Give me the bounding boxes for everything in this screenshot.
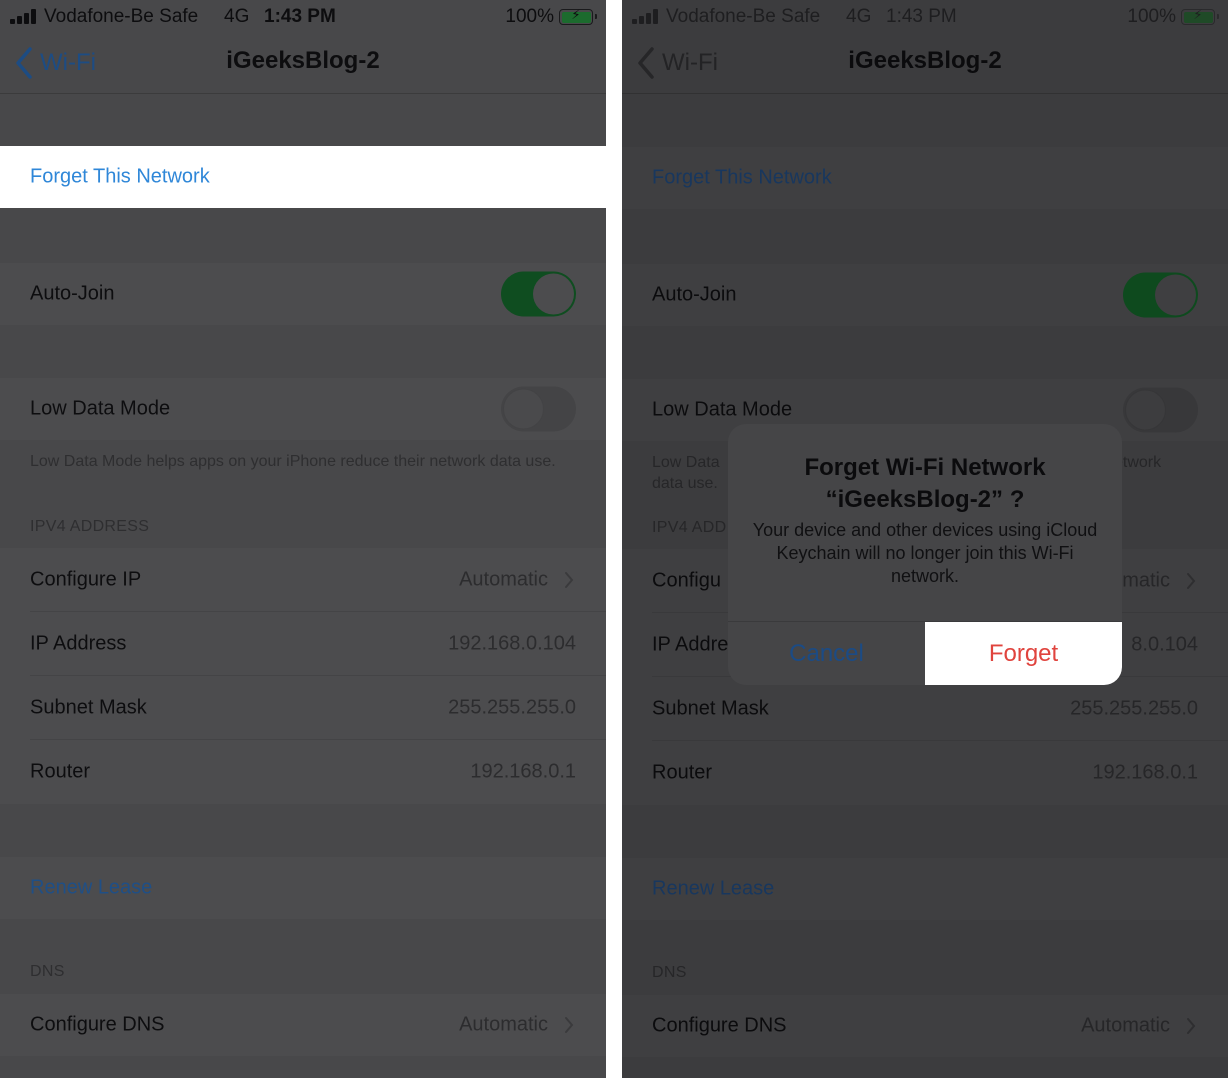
status-time: 1:43 PM bbox=[264, 6, 336, 27]
battery-percent: 100% bbox=[1127, 6, 1176, 27]
subnet-mask-row: Subnet Mask 255.255.255.0 bbox=[0, 676, 606, 740]
subnet-mask-row: Subnet Mask 255.255.255.0 bbox=[622, 677, 1228, 741]
forget-network-button[interactable]: Forget This Network bbox=[0, 146, 606, 208]
charging-bolt-icon: ⚡ bbox=[1193, 7, 1203, 22]
auto-join-toggle[interactable] bbox=[1123, 272, 1198, 318]
ipv4-section-header: IPV4 ADDRESS bbox=[30, 518, 150, 535]
configure-dns-row[interactable]: Configure DNS Automatic bbox=[622, 995, 1228, 1057]
router-value: 192.168.0.1 bbox=[470, 760, 576, 783]
low-data-mode-label: Low Data Mode bbox=[30, 397, 171, 420]
renew-lease-label: Renew Lease bbox=[652, 877, 775, 900]
battery-charging-icon: ⚡ bbox=[1181, 7, 1219, 25]
carrier-name: Vodafone-Be Safe bbox=[666, 6, 821, 27]
cancel-button[interactable]: Cancel bbox=[728, 622, 925, 685]
ip-address-label: IP Address bbox=[30, 632, 127, 655]
ip-address-row: IP Address 192.168.0.104 bbox=[0, 612, 606, 676]
footer-text-visible-left-line2: data use. bbox=[652, 475, 718, 492]
forget-network-label: Forget This Network bbox=[30, 165, 210, 188]
phone-screen-left: Vodafone-Be Safe 4G 1:43 PM 100% ⚡ Wi-Fi… bbox=[0, 0, 606, 1078]
dns-section-header: DNS bbox=[30, 963, 65, 980]
chevron-right-icon bbox=[565, 572, 574, 588]
ip-address-value: 192.168.0.104 bbox=[448, 632, 576, 655]
dns-section-header: DNS bbox=[652, 964, 687, 981]
alert-title-line2: “iGeeksBlog-2” ? bbox=[825, 486, 1025, 513]
configure-dns-value: Automatic bbox=[1081, 1014, 1170, 1037]
ip-address-label: IP Addre bbox=[652, 633, 729, 656]
forget-network-alert: Forget Wi-Fi Network “iGeeksBlog-2” ? Yo… bbox=[728, 424, 1122, 685]
configure-ip-value: matic bbox=[1122, 569, 1170, 592]
toggle-knob bbox=[1125, 389, 1166, 431]
router-label: Router bbox=[652, 761, 713, 784]
charging-bolt-icon: ⚡ bbox=[571, 7, 581, 22]
forget-network-label: Forget This Network bbox=[652, 166, 832, 189]
configure-ip-row[interactable]: Configure IP Automatic bbox=[0, 548, 606, 612]
router-value: 192.168.0.1 bbox=[1092, 761, 1198, 784]
chevron-right-icon bbox=[1187, 1018, 1196, 1034]
chevron-right-icon bbox=[1187, 573, 1196, 589]
alert-actions: Cancel Forget bbox=[728, 621, 1122, 685]
cellular-signal-icon bbox=[632, 9, 660, 24]
configure-ip-value: Automatic bbox=[459, 568, 548, 591]
footer-text-visible-left: Low Data bbox=[652, 454, 720, 471]
configure-dns-row[interactable]: Configure DNS Automatic bbox=[0, 994, 606, 1056]
alert-title-line1: Forget Wi-Fi Network bbox=[804, 454, 1046, 481]
low-data-mode-toggle[interactable] bbox=[1123, 387, 1198, 433]
toggle-knob bbox=[503, 388, 544, 430]
configure-dns-label: Configure DNS bbox=[652, 1014, 787, 1037]
low-data-mode-label: Low Data Mode bbox=[652, 398, 793, 421]
forget-button[interactable]: Forget bbox=[925, 622, 1122, 685]
low-data-mode-footer: Low Data Mode helps apps on your iPhone … bbox=[30, 453, 556, 470]
chevron-right-icon bbox=[565, 1017, 574, 1033]
auto-join-label: Auto-Join bbox=[30, 282, 115, 305]
status-bar: Vodafone-Be Safe 4G 1:43 PM 100% ⚡ bbox=[0, 0, 606, 35]
router-row: Router 192.168.0.1 bbox=[0, 740, 606, 804]
alert-message: Your device and other devices using iClo… bbox=[752, 520, 1098, 586]
subnet-mask-label: Subnet Mask bbox=[30, 696, 147, 719]
navigation-bar: Wi-Fi iGeeksBlog-2 bbox=[622, 35, 1228, 94]
auto-join-row: Auto-Join bbox=[622, 264, 1228, 326]
navigation-bar: Wi-Fi iGeeksBlog-2 bbox=[0, 35, 606, 94]
renew-lease-button[interactable]: Renew Lease bbox=[0, 857, 606, 919]
configure-ip-label: Configu bbox=[652, 569, 721, 592]
cellular-signal-icon bbox=[10, 9, 38, 24]
configure-dns-value: Automatic bbox=[459, 1013, 548, 1036]
router-row: Router 192.168.0.1 bbox=[622, 741, 1228, 805]
network-type: 4G bbox=[846, 6, 872, 27]
image-separator bbox=[606, 0, 622, 1078]
toggle-knob bbox=[1155, 274, 1196, 316]
network-type: 4G bbox=[224, 6, 250, 27]
subnet-mask-value: 255.255.255.0 bbox=[448, 696, 576, 719]
battery-percent: 100% bbox=[505, 6, 554, 27]
ip-address-value: 8.0.104 bbox=[1131, 633, 1198, 656]
router-label: Router bbox=[30, 760, 91, 783]
forget-network-button[interactable]: Forget This Network bbox=[622, 147, 1228, 209]
carrier-name: Vodafone-Be Safe bbox=[44, 6, 199, 27]
auto-join-label: Auto-Join bbox=[652, 283, 737, 306]
toggle-knob bbox=[533, 273, 574, 315]
low-data-mode-toggle[interactable] bbox=[501, 386, 576, 432]
renew-lease-label: Renew Lease bbox=[30, 876, 153, 899]
renew-lease-button[interactable]: Renew Lease bbox=[622, 858, 1228, 920]
status-bar: Vodafone-Be Safe 4G 1:43 PM 100% ⚡ bbox=[622, 0, 1228, 35]
ipv4-section-header: IPV4 ADD bbox=[652, 519, 727, 536]
subnet-mask-label: Subnet Mask bbox=[652, 697, 769, 720]
page-title: iGeeksBlog-2 bbox=[848, 47, 1002, 74]
low-data-mode-row: Low Data Mode bbox=[0, 378, 606, 440]
subnet-mask-value: 255.255.255.0 bbox=[1070, 697, 1198, 720]
auto-join-toggle[interactable] bbox=[501, 271, 576, 317]
phone-screen-right: Vodafone-Be Safe 4G 1:43 PM 100% ⚡ Wi-Fi… bbox=[622, 0, 1228, 1078]
configure-ip-label: Configure IP bbox=[30, 568, 142, 591]
status-time: 1:43 PM bbox=[886, 6, 957, 27]
alert-title: Forget Wi-Fi Network “iGeeksBlog-2” ? bbox=[728, 452, 1122, 516]
auto-join-row: Auto-Join bbox=[0, 263, 606, 325]
battery-charging-icon: ⚡ bbox=[559, 7, 597, 25]
page-title: iGeeksBlog-2 bbox=[226, 47, 380, 74]
configure-dns-label: Configure DNS bbox=[30, 1013, 165, 1036]
